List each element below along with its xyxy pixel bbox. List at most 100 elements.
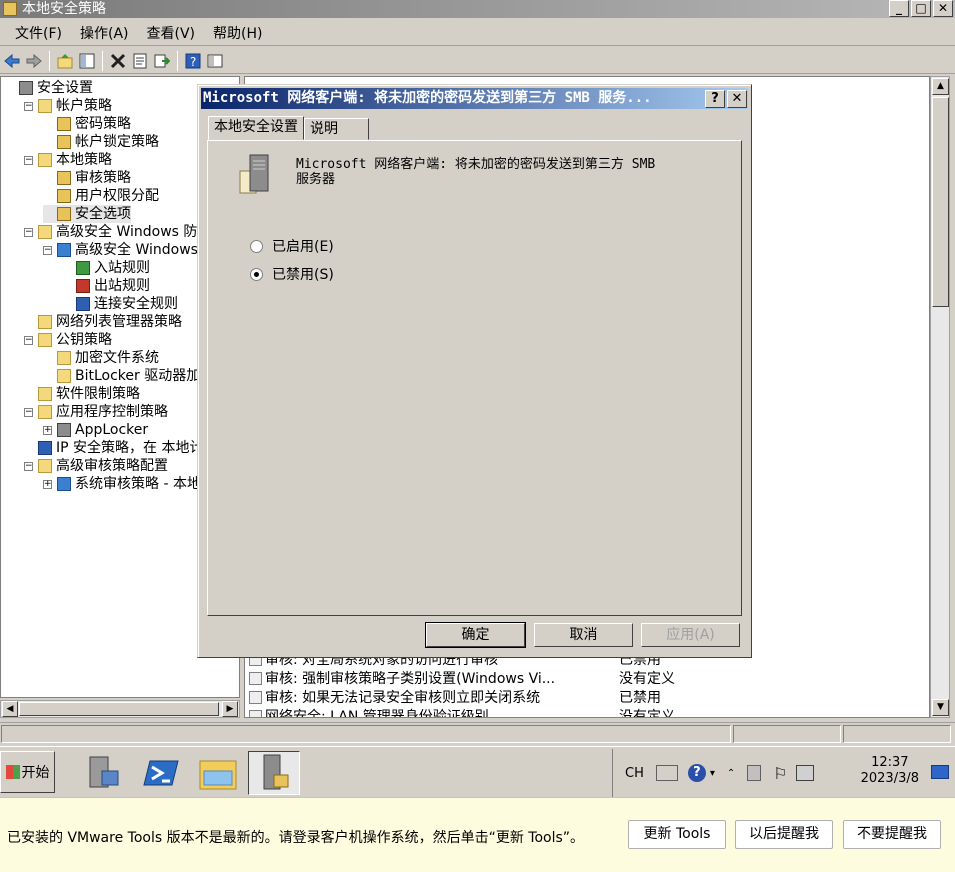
- folder-icon: [38, 99, 52, 113]
- tree-node[interactable]: 帐户锁定策略: [43, 133, 159, 151]
- show-desktop-icon[interactable]: [931, 765, 949, 779]
- tree-node-label: 审核策略: [75, 170, 131, 186]
- scroll-thumb[interactable]: [932, 97, 949, 307]
- collapse-icon[interactable]: −: [24, 101, 33, 111]
- list-item[interactable]: 审核: 强制审核策略子类别设置(Windows Vi... 没有定义: [249, 670, 675, 688]
- list-item[interactable]: 审核: 如果无法记录安全审核则立即关闭系统 已禁用: [249, 689, 661, 707]
- taskbar-server-manager[interactable]: [76, 751, 128, 795]
- scroll-thumb[interactable]: [19, 702, 219, 716]
- tree-node[interactable]: 审核策略: [43, 169, 131, 187]
- show-hide-tree-icon[interactable]: [77, 51, 97, 71]
- tree-node[interactable]: − 本地策略: [24, 151, 112, 169]
- tree-node[interactable]: − 应用程序控制策略: [24, 403, 168, 421]
- scroll-right-icon[interactable]: ▶: [222, 701, 238, 717]
- expand-tray-icon[interactable]: ▾: [710, 768, 715, 779]
- tree-node-label: 加密文件系统: [75, 350, 159, 366]
- list-vertical-scrollbar[interactable]: ▲ ▼: [930, 76, 950, 718]
- tree-node[interactable]: − 帐户策略: [24, 97, 112, 115]
- tree-node[interactable]: − 高级审核策略配置: [24, 457, 168, 475]
- status-panel: [733, 725, 841, 743]
- window-title: 本地安全策略: [22, 1, 106, 17]
- dialog-title: Microsoft 网络客户端: 将未加密的密码发送到第三方 SMB 服务...: [201, 88, 748, 109]
- network-icon[interactable]: [795, 765, 814, 781]
- menu-help[interactable]: 帮助(H): [204, 23, 271, 43]
- dialog-close-button[interactable]: ✕: [727, 90, 747, 108]
- enabled-radio[interactable]: 已启用(E): [250, 237, 334, 255]
- apply-button[interactable]: 应用(A): [641, 623, 740, 647]
- taskbar-explorer[interactable]: [192, 751, 244, 795]
- help-icon[interactable]: ?: [183, 51, 203, 71]
- help-tray-icon[interactable]: ?: [687, 764, 706, 782]
- tab-explain[interactable]: 说明: [304, 118, 369, 140]
- folder-icon: [38, 225, 52, 239]
- properties-icon[interactable]: [130, 51, 150, 71]
- menu-action[interactable]: 操作(A): [71, 23, 138, 43]
- scroll-left-icon[interactable]: ◀: [2, 701, 18, 717]
- expand-icon[interactable]: +: [43, 425, 52, 435]
- tree-node[interactable]: 软件限制策略: [24, 385, 140, 403]
- radio-button-checked[interactable]: [250, 267, 263, 281]
- collapse-icon[interactable]: −: [43, 245, 52, 255]
- expand-icon[interactable]: +: [43, 479, 52, 489]
- tree-node-label: 公钥策略: [56, 332, 112, 348]
- folder-icon: [38, 387, 52, 401]
- tree-node[interactable]: 用户权限分配: [43, 187, 159, 205]
- tree-node[interactable]: 加密文件系统: [43, 349, 159, 367]
- list-item[interactable]: 网络安全: LAN 管理器身份验证级别 没有定义: [249, 708, 675, 717]
- radio-button[interactable]: [250, 239, 263, 253]
- export-icon[interactable]: [152, 51, 172, 71]
- collapse-icon[interactable]: −: [24, 155, 33, 165]
- start-button[interactable]: 开始: [0, 751, 55, 793]
- keyboard-icon[interactable]: [655, 765, 678, 781]
- vmware-notification-bar: 已安装的 VMware Tools 版本不是最新的。请登录客户机操作系统，然后单…: [0, 797, 955, 872]
- disabled-radio[interactable]: 已禁用(S): [250, 265, 334, 283]
- rule2-icon: [76, 279, 90, 293]
- language-indicator[interactable]: CH: [625, 766, 644, 781]
- chevron-up-icon[interactable]: ⌃: [727, 768, 735, 779]
- tree-node-label: BitLocker 驱动器加密: [75, 368, 215, 384]
- scroll-down-icon[interactable]: ▼: [932, 699, 949, 716]
- remind-later-button[interactable]: 以后提醒我: [735, 820, 833, 849]
- menu-file[interactable]: 文件(F): [6, 23, 71, 43]
- never-remind-button[interactable]: 不要提醒我: [843, 820, 941, 849]
- tree-node[interactable]: 网络列表管理器策略: [24, 313, 182, 331]
- volume-muted-icon[interactable]: [747, 765, 762, 781]
- taskbar-local-security-policy[interactable]: [248, 751, 300, 795]
- tree-node[interactable]: 出站规则: [62, 277, 150, 295]
- tree-node[interactable]: 密码策略: [43, 115, 131, 133]
- collapse-icon[interactable]: −: [24, 227, 33, 237]
- back-icon[interactable]: [2, 51, 22, 71]
- tree-node[interactable]: 安全选项: [43, 205, 131, 223]
- minimize-button[interactable]: _: [889, 0, 909, 17]
- maximize-button[interactable]: □: [911, 0, 931, 17]
- status-panel: [1, 725, 731, 743]
- forward-icon[interactable]: [24, 51, 44, 71]
- tree-node[interactable]: 连接安全规则: [62, 295, 178, 313]
- tree-node[interactable]: − 公钥策略: [24, 331, 112, 349]
- delete-icon[interactable]: [108, 51, 128, 71]
- tree-node[interactable]: 安全设置: [5, 79, 93, 97]
- flag-icon[interactable]: ⚐: [773, 764, 787, 783]
- clock[interactable]: 12:37 2023/3/8: [861, 755, 919, 787]
- ok-button[interactable]: 确定: [425, 622, 526, 648]
- tree-node[interactable]: − 高级安全 Windows 防火墙: [24, 223, 225, 241]
- view-icon[interactable]: [205, 51, 225, 71]
- close-button[interactable]: ✕: [933, 0, 953, 17]
- tree-node[interactable]: BitLocker 驱动器加密: [43, 367, 214, 385]
- taskbar-powershell[interactable]: [136, 751, 188, 795]
- cancel-button[interactable]: 取消: [534, 623, 633, 647]
- up-folder-icon[interactable]: [55, 51, 75, 71]
- main-window: 本地安全策略 _ □ ✕ 文件(F) 操作(A) 查看(V) 帮助(H) ? 安…: [0, 0, 955, 797]
- scroll-up-icon[interactable]: ▲: [932, 78, 949, 95]
- update-tools-button[interactable]: 更新 Tools: [628, 820, 726, 849]
- tab-local-security-setting[interactable]: 本地安全设置: [208, 116, 304, 140]
- pc-icon: [57, 423, 71, 437]
- tree-horizontal-scrollbar[interactable]: ◀ ▶: [0, 700, 240, 718]
- dialog-help-button[interactable]: ?: [705, 90, 725, 108]
- collapse-icon[interactable]: −: [24, 407, 33, 417]
- tree-node[interactable]: + AppLocker: [43, 421, 148, 439]
- collapse-icon[interactable]: −: [24, 335, 33, 345]
- tree-node[interactable]: 入站规则: [62, 259, 150, 277]
- menu-view[interactable]: 查看(V): [138, 23, 205, 43]
- collapse-icon[interactable]: −: [24, 461, 33, 471]
